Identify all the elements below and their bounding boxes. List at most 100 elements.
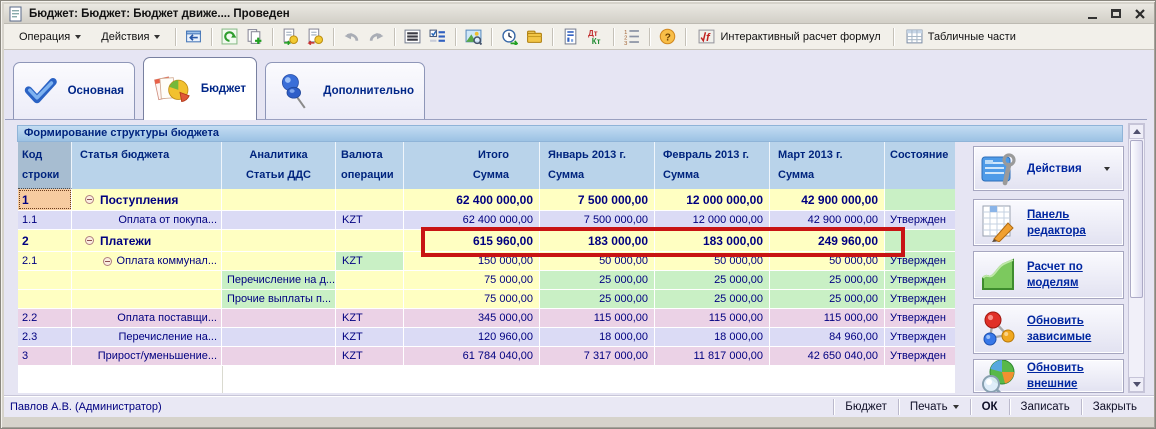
cell-article[interactable]: Поступления	[72, 189, 222, 210]
column-header[interactable]: АналитикаСтатьи ДДС	[222, 142, 336, 189]
cell-feb[interactable]: 50 000,00	[655, 252, 770, 270]
collapse-icon[interactable]	[85, 236, 94, 245]
maximize-button[interactable]	[1106, 6, 1126, 22]
cell-mar[interactable]: 25 000,00	[770, 290, 885, 308]
cell-feb[interactable]: 11 817 000,00	[655, 347, 770, 365]
side-update-external-button[interactable]: Обновить внешние	[973, 359, 1124, 393]
side-actions-button[interactable]: Действия	[973, 146, 1124, 191]
cell-state[interactable]: Утвержден	[885, 290, 955, 308]
cell-mar[interactable]: 249 960,00	[770, 230, 885, 251]
cell-article[interactable]: Прирост/уменьшение...	[72, 347, 222, 365]
tab-budget[interactable]: Бюджет	[143, 57, 257, 120]
table-row[interactable]: 1.1Оплата от покупа...KZT62 400 000,007 …	[18, 211, 955, 230]
cell-code[interactable]: 1	[18, 189, 72, 210]
cell-state[interactable]: Утвержден	[885, 252, 955, 270]
cell-state[interactable]	[885, 189, 955, 210]
cell-state[interactable]: Утвержден	[885, 347, 955, 365]
cell-analytics[interactable]	[222, 189, 336, 210]
cell-state[interactable]: Утвержден	[885, 309, 955, 327]
collapse-icon[interactable]	[103, 257, 112, 266]
numbered-list-icon[interactable]: 123	[620, 26, 643, 48]
cell-total[interactable]: 150 000,00	[404, 252, 540, 270]
cell-total[interactable]: 75 000,00	[404, 290, 540, 308]
table-empty-area[interactable]	[18, 366, 955, 393]
cell-analytics[interactable]: Перечисление на д...	[222, 271, 336, 289]
cell-feb[interactable]: 25 000,00	[655, 271, 770, 289]
cell-code[interactable]: 2.1	[18, 252, 72, 270]
cell-code[interactable]: 2.2	[18, 309, 72, 327]
history-icon[interactable]	[498, 26, 521, 48]
cell-jan[interactable]: 25 000,00	[540, 271, 655, 289]
cell-article[interactable]	[72, 290, 222, 308]
tab-main[interactable]: Основная	[13, 62, 135, 119]
table-row[interactable]: 2.2Оплата поставщи...KZT345 000,00115 00…	[18, 309, 955, 328]
cell-total[interactable]: 62 400 000,00	[404, 211, 540, 229]
list-rows-icon[interactable]	[401, 26, 424, 48]
cell-currency[interactable]: KZT	[336, 347, 404, 365]
cell-mar[interactable]: 84 960,00	[770, 328, 885, 346]
collapse-icon[interactable]	[85, 195, 94, 204]
cell-analytics[interactable]	[222, 211, 336, 229]
column-header[interactable]: Кодстроки	[18, 142, 72, 189]
cell-currency[interactable]	[336, 290, 404, 308]
column-header[interactable]: Февраль 2013 г.Сумма	[655, 142, 770, 189]
column-header[interactable]: Статья бюджета	[72, 142, 222, 189]
table-row[interactable]: 2Платежи615 960,00183 000,00183 000,0024…	[18, 230, 955, 252]
undo-icon[interactable]	[340, 26, 363, 48]
cell-feb[interactable]: 18 000,00	[655, 328, 770, 346]
post-icon[interactable]	[279, 26, 302, 48]
cell-jan[interactable]: 7 317 000,00	[540, 347, 655, 365]
cell-feb[interactable]: 115 000,00	[655, 309, 770, 327]
minimize-button[interactable]	[1082, 6, 1102, 22]
close-button[interactable]	[1130, 6, 1150, 22]
binder-icon[interactable]	[523, 26, 546, 48]
table-row[interactable]: 1Поступления62 400 000,007 500 000,0012 …	[18, 189, 955, 211]
cell-code[interactable]: 1.1	[18, 211, 72, 229]
actions-menu[interactable]: Действия	[92, 27, 169, 47]
list-setup-icon[interactable]	[426, 26, 449, 48]
cell-code[interactable]	[18, 271, 72, 289]
cell-currency[interactable]: KZT	[336, 309, 404, 327]
cell-article[interactable]: Платежи	[72, 230, 222, 251]
scroll-up-button[interactable]	[1129, 124, 1144, 139]
column-header[interactable]: Март 2013 г.Сумма	[770, 142, 885, 189]
cell-code[interactable]: 3	[18, 347, 72, 365]
vertical-scrollbar[interactable]	[1128, 123, 1145, 393]
cell-feb[interactable]: 25 000,00	[655, 290, 770, 308]
ok-button[interactable]: ОК	[971, 399, 1009, 415]
table-row[interactable]: 2.1Оплата коммунал...KZT150 000,0050 000…	[18, 252, 955, 271]
cell-analytics[interactable]	[222, 347, 336, 365]
cell-state[interactable]: Утвержден	[885, 211, 955, 229]
cell-jan[interactable]: 115 000,00	[540, 309, 655, 327]
copy-add-icon[interactable]	[243, 26, 266, 48]
cell-code[interactable]	[18, 290, 72, 308]
cell-feb[interactable]: 12 000 000,00	[655, 189, 770, 210]
dt-kt-icon[interactable]: ДтКт	[584, 26, 607, 48]
budget-button[interactable]: Бюджет	[834, 399, 898, 415]
cell-feb[interactable]: 12 000 000,00	[655, 211, 770, 229]
cell-total[interactable]: 62 400 000,00	[404, 189, 540, 210]
cell-currency[interactable]	[336, 230, 404, 251]
cell-analytics[interactable]	[222, 309, 336, 327]
cell-currency[interactable]	[336, 189, 404, 210]
help-icon[interactable]: ?	[656, 26, 679, 48]
cell-article[interactable]: Перечисление на...	[72, 328, 222, 346]
cell-currency[interactable]: KZT	[336, 252, 404, 270]
cell-total[interactable]: 120 960,00	[404, 328, 540, 346]
cell-article[interactable]: Оплата от покупа...	[72, 211, 222, 229]
cell-jan[interactable]: 183 000,00	[540, 230, 655, 251]
cell-analytics[interactable]	[222, 328, 336, 346]
cell-mar[interactable]: 50 000,00	[770, 252, 885, 270]
title-bar[interactable]: Бюджет: Бюджет: Бюджет движе.... Проведе…	[4, 4, 1154, 24]
cell-total[interactable]: 75 000,00	[404, 271, 540, 289]
cell-feb[interactable]: 183 000,00	[655, 230, 770, 251]
cell-currency[interactable]	[336, 271, 404, 289]
picture-preview-icon[interactable]	[462, 26, 485, 48]
refresh-icon[interactable]	[218, 26, 241, 48]
close-form-button[interactable]: Закрыть	[1082, 399, 1148, 415]
cell-jan[interactable]: 18 000,00	[540, 328, 655, 346]
cell-article[interactable]: Оплата поставщи...	[72, 309, 222, 327]
side-model-calc-button[interactable]: Расчет по моделям	[973, 251, 1124, 299]
scrollbar-thumb[interactable]	[1130, 140, 1143, 298]
side-editor-panel-button[interactable]: Панель редактора	[973, 199, 1124, 246]
